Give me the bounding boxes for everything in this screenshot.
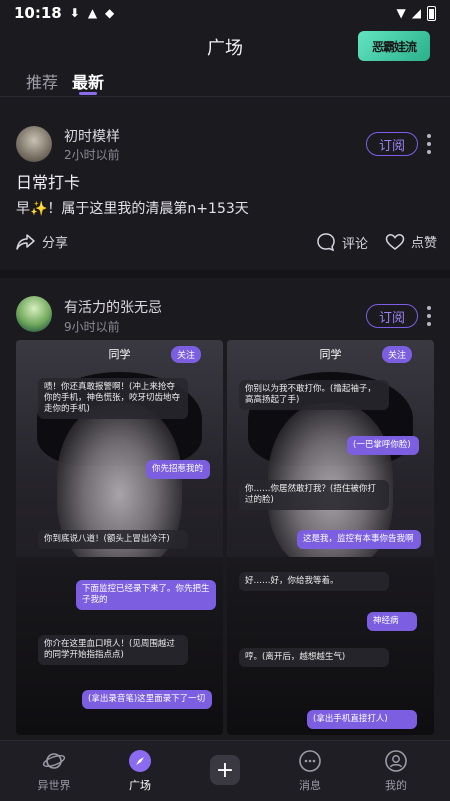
nav-plaza[interactable]: 广场 bbox=[110, 749, 170, 793]
post-image[interactable]: 同学 关注 你别以为我不敢打你。(撸起袖子，高高扬起了手) (一巴掌呼你脸) 你… bbox=[227, 340, 434, 735]
chat-bubble: 你介在这里血口喷人！(见周围越过的同学开始指指点点) bbox=[38, 635, 188, 665]
title-bar: 广场 恶霸娃流 bbox=[0, 28, 450, 64]
tab-indicator bbox=[79, 92, 97, 95]
subscribe-button[interactable]: 订阅 bbox=[366, 304, 418, 328]
chat-bubble: 哼。(离开后，越想越生气) bbox=[239, 648, 389, 667]
status-time: 10:18 bbox=[14, 4, 62, 22]
divider bbox=[0, 96, 450, 97]
tab-latest[interactable]: 最新 bbox=[72, 69, 104, 93]
chat-bubble: 啧！你还真敢报警啊！(冲上来抢夺你的手机，神色慌张，咬牙切齿地夺走你的手机) bbox=[38, 378, 188, 419]
share-label: 分享 bbox=[42, 236, 69, 251]
subscribe-button[interactable]: 订阅 bbox=[366, 132, 418, 156]
profile-icon bbox=[384, 749, 408, 773]
post-image[interactable]: 同学 关注 啧！你还真敢报警啊！(冲上来抢夺你的手机，神色慌张，咬牙切齿地夺走你… bbox=[16, 340, 223, 735]
share-icon bbox=[16, 233, 35, 250]
nav-label: 广场 bbox=[129, 779, 151, 792]
chat-bubble: 好……好，你给我等着。 bbox=[239, 572, 389, 591]
post-title: 日常打卡 bbox=[16, 173, 81, 192]
download-icon: ⬇ bbox=[69, 6, 80, 20]
nav-label: 我的 bbox=[385, 779, 407, 792]
chat-bubble: 你……你居然敢打我？(捂住被你打过的脸) bbox=[239, 480, 389, 510]
post-separator bbox=[0, 270, 450, 278]
post-username[interactable]: 有活力的张无忌 bbox=[64, 297, 162, 317]
battery-icon bbox=[427, 5, 436, 21]
follow-badge: 关注 bbox=[170, 346, 201, 363]
promo-banner[interactable]: 恶霸娃流 bbox=[358, 31, 430, 61]
chat-bubble: 你别以为我不敢打你。(撸起袖子，高高扬起了手) bbox=[239, 380, 389, 410]
wifi-icon: ▼ bbox=[396, 6, 406, 20]
nav-messages[interactable]: 消息 bbox=[280, 749, 340, 793]
app-notification-icon: ▲ bbox=[87, 6, 98, 20]
post-text: 早✨！属于这里我的清晨第n+153天 bbox=[16, 201, 249, 217]
post-time: 9小时以前 bbox=[64, 320, 120, 334]
like-label: 点赞 bbox=[411, 236, 438, 251]
tab-bar: 推荐 最新 bbox=[0, 64, 450, 96]
signal-icon: ◢ bbox=[411, 6, 421, 20]
chat-bubble: 这是我，监控有本事你告我啊 bbox=[297, 530, 421, 549]
create-button[interactable]: + bbox=[210, 755, 240, 785]
compass-icon bbox=[128, 749, 152, 773]
chat-bubble: (拿出手机直接打人) bbox=[307, 710, 417, 729]
comment-icon bbox=[317, 233, 335, 252]
status-bar: 10:18 ⬇ ▲ ◆ ▼ ◢ bbox=[0, 0, 450, 26]
plus-icon: + bbox=[215, 757, 235, 783]
chat-bubble: 神经病 bbox=[367, 612, 417, 631]
nav-otherworld[interactable]: 异世界 bbox=[24, 749, 84, 793]
chat-bubble: 下面监控已经录下来了。你先把生子我的 bbox=[76, 580, 216, 610]
chat-bubble: 你到底说八道！(额头上冒出冷汗) bbox=[38, 530, 188, 549]
comment-button[interactable]: 评论 bbox=[316, 232, 368, 252]
bottom-nav: 异世界 广场 + 消息 我的 bbox=[0, 740, 450, 801]
tab-recommend[interactable]: 推荐 bbox=[26, 69, 58, 93]
chat-bubble: (一巴掌呼你脸) bbox=[347, 436, 419, 455]
more-icon[interactable] bbox=[426, 306, 432, 326]
post-time: 2小时以前 bbox=[64, 148, 120, 162]
avatar[interactable] bbox=[16, 296, 52, 332]
post-username[interactable]: 初时模样 bbox=[64, 126, 120, 146]
nav-label: 消息 bbox=[299, 779, 321, 792]
like-button[interactable]: 点赞 bbox=[385, 232, 437, 251]
heart-icon bbox=[385, 233, 405, 250]
nav-profile[interactable]: 我的 bbox=[366, 749, 426, 793]
more-icon[interactable] bbox=[426, 134, 432, 154]
chat-bubble: (拿出录音笔)这里面录下了一切 bbox=[82, 690, 212, 709]
follow-badge: 关注 bbox=[381, 346, 412, 363]
message-icon bbox=[298, 749, 322, 773]
planet-icon bbox=[42, 749, 66, 773]
chat-bubble: 你先招惹我的 bbox=[146, 460, 210, 479]
notification-icon: ◆ bbox=[105, 6, 115, 20]
avatar[interactable] bbox=[16, 126, 52, 162]
comment-label: 评论 bbox=[342, 236, 369, 252]
nav-label: 异世界 bbox=[37, 779, 71, 792]
share-button[interactable]: 分享 bbox=[16, 232, 68, 251]
post-image-gallery: 同学 关注 啧！你还真敢报警啊！(冲上来抢夺你的手机，神色慌张，咬牙切齿地夺走你… bbox=[16, 340, 434, 735]
